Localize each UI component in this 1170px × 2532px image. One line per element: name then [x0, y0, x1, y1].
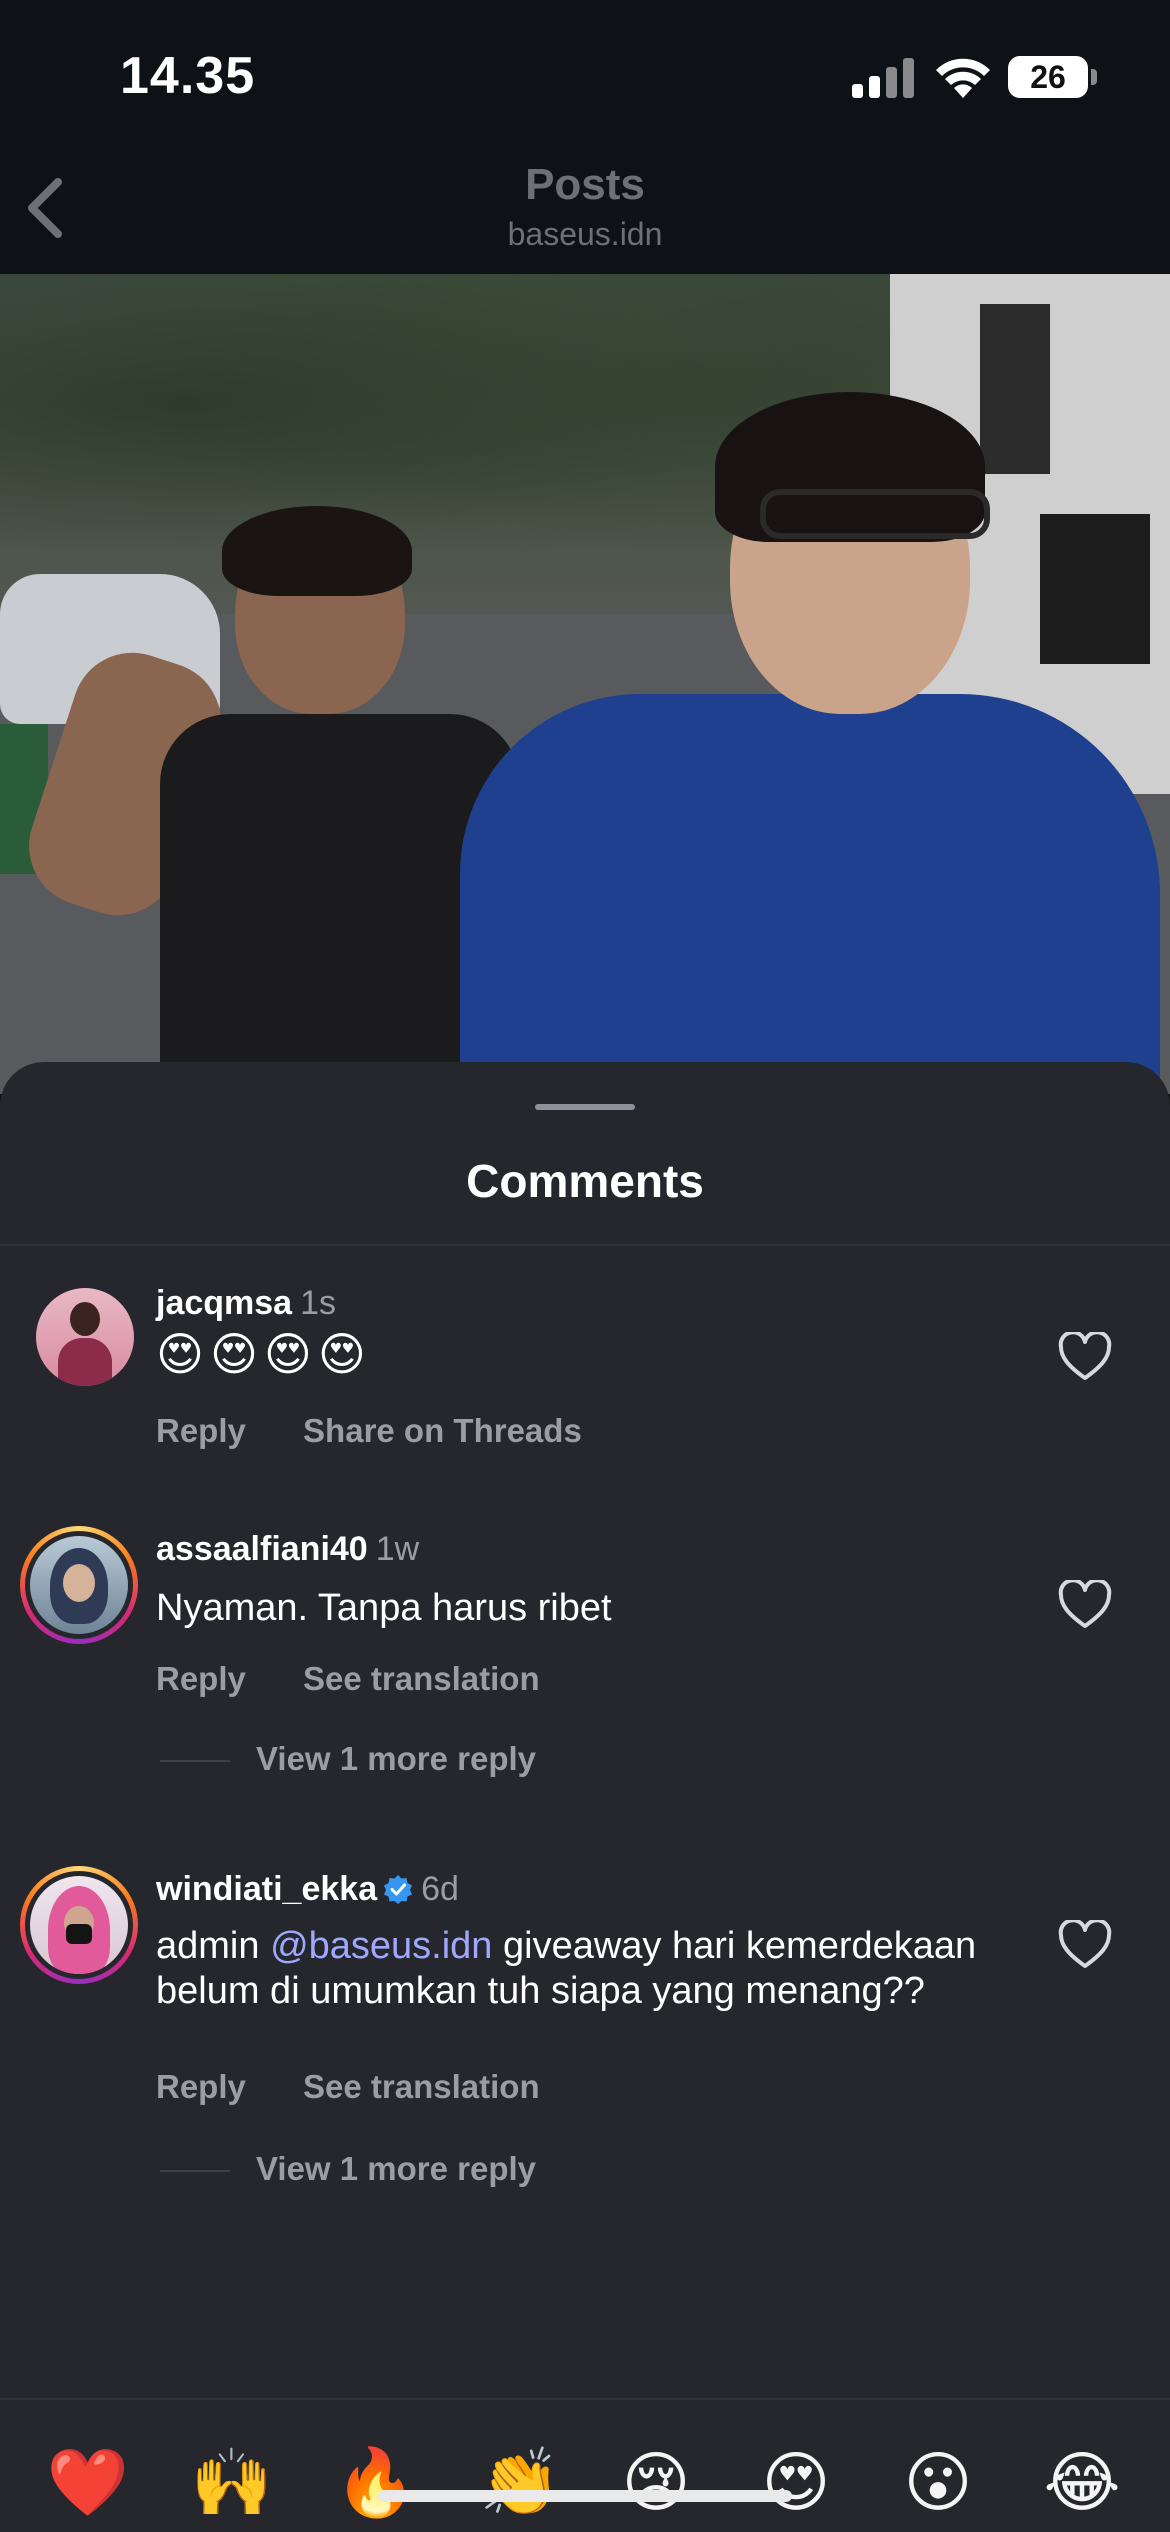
share-on-threads-button[interactable]: Share on Threads [303, 1412, 582, 1449]
view-more-replies-button[interactable]: View 1 more reply [160, 2150, 536, 2188]
avatar-head [70, 1302, 100, 1336]
wifi-icon [936, 58, 990, 98]
comment-actions: Reply See translation [156, 1660, 588, 1698]
reaction-heart-eyes-emoji[interactable]: 😍 [754, 2440, 838, 2524]
avatar-inner [25, 1871, 133, 1979]
avatar-mask [66, 1924, 92, 1944]
divider [0, 2398, 1170, 2400]
reaction-laughing-emoji[interactable]: 😂 [1040, 2440, 1124, 2524]
reaction-raising-hands-emoji[interactable]: 🙌 [190, 2440, 274, 2524]
comment-actions: Reply Share on Threads [156, 1412, 630, 1450]
heart-icon[interactable] [1058, 1332, 1112, 1382]
post-image [0, 274, 1170, 1094]
reply-thread-line [160, 1760, 230, 1763]
photo-building-window [1040, 514, 1150, 664]
comment-actions: Reply See translation [156, 2068, 588, 2106]
reply-button[interactable]: Reply [156, 2068, 246, 2105]
comment-timestamp: 1w [375, 1530, 420, 1568]
status-time: 14.35 [120, 47, 256, 105]
comment-text: Nyaman. Tanpa harus ribet [156, 1587, 612, 1629]
photo-man-hair [222, 506, 412, 596]
home-indicator[interactable] [378, 2490, 792, 2502]
avatar-inner [25, 1531, 133, 1639]
view-more-replies-label[interactable]: View 1 more reply [256, 1740, 536, 1777]
verified-badge-icon [384, 1875, 413, 1904]
avatar-body [58, 1338, 112, 1386]
avatar[interactable] [20, 1526, 138, 1644]
comment-timestamp: 1s [300, 1284, 337, 1322]
username-text[interactable]: jacqmsa [156, 1284, 292, 1322]
reaction-surprised-emoji[interactable]: 😮 [896, 2440, 980, 2524]
cellular-signal-icon [852, 58, 916, 98]
comment-username[interactable]: windiati_ekka 6d [156, 1870, 459, 1909]
comment-timestamp: 6d [421, 1870, 459, 1908]
comment-text: admin @baseus.idn giveaway hari kemerdek… [156, 1924, 1036, 2014]
see-translation-button[interactable]: See translation [303, 1660, 540, 1697]
sheet-grabber[interactable] [535, 1104, 635, 1110]
reply-button[interactable]: Reply [156, 1412, 246, 1449]
avatar-face [63, 1564, 95, 1602]
comment-username[interactable]: jacqmsa 1s [156, 1284, 336, 1323]
status-bar: 14.35 26 [0, 0, 1170, 140]
reaction-clapping-emoji[interactable]: 👏 [478, 2440, 562, 2524]
avatar-image [30, 1536, 128, 1634]
comments-sheet: Comments jacqmsa 1s 😍😍😍😍 Reply Share on T… [0, 1062, 1170, 2532]
username-text[interactable]: assaalfiani40 [156, 1530, 368, 1568]
comment-text-prefix: admin [156, 1925, 271, 1967]
reply-thread-line [160, 2170, 230, 2173]
avatar[interactable] [20, 1866, 138, 1984]
navigation-header: Posts baseus.idn [0, 140, 1170, 274]
comment-text: 😍😍😍😍 [156, 1328, 372, 1380]
view-more-replies-button[interactable]: View 1 more reply [160, 1740, 536, 1778]
username-text[interactable]: windiati_ekka [156, 1870, 377, 1908]
view-more-replies-label[interactable]: View 1 more reply [256, 2150, 536, 2187]
reaction-heart-emoji[interactable]: ❤️ [46, 2440, 130, 2524]
mention-link[interactable]: @baseus.idn [270, 1925, 492, 1967]
battery-tip [1091, 69, 1097, 85]
avatar-image [30, 1876, 128, 1974]
comment-username[interactable]: assaalfiani40 1w [156, 1530, 419, 1569]
page-title: Posts [525, 160, 645, 209]
comments-title: Comments [466, 1155, 704, 1207]
avatar[interactable] [36, 1288, 134, 1386]
divider [0, 1244, 1170, 1246]
see-translation-button[interactable]: See translation [303, 2068, 540, 2105]
reaction-fire-emoji[interactable]: 🔥 [334, 2440, 418, 2524]
quick-reactions-bar: ❤️ 🙌 🔥 👏 😢 😍 😮 😂 [0, 2440, 1170, 2532]
reaction-crying-emoji[interactable]: 😢 [614, 2440, 698, 2524]
photo-glasses [760, 489, 990, 539]
heart-icon[interactable] [1058, 1580, 1112, 1630]
reply-button[interactable]: Reply [156, 1660, 246, 1697]
heart-icon[interactable] [1058, 1920, 1112, 1970]
page-subtitle[interactable]: baseus.idn [0, 216, 1170, 253]
photo-building-window [980, 304, 1050, 474]
battery-icon: 26 [1008, 56, 1088, 98]
photo-woman-body [460, 694, 1160, 1094]
